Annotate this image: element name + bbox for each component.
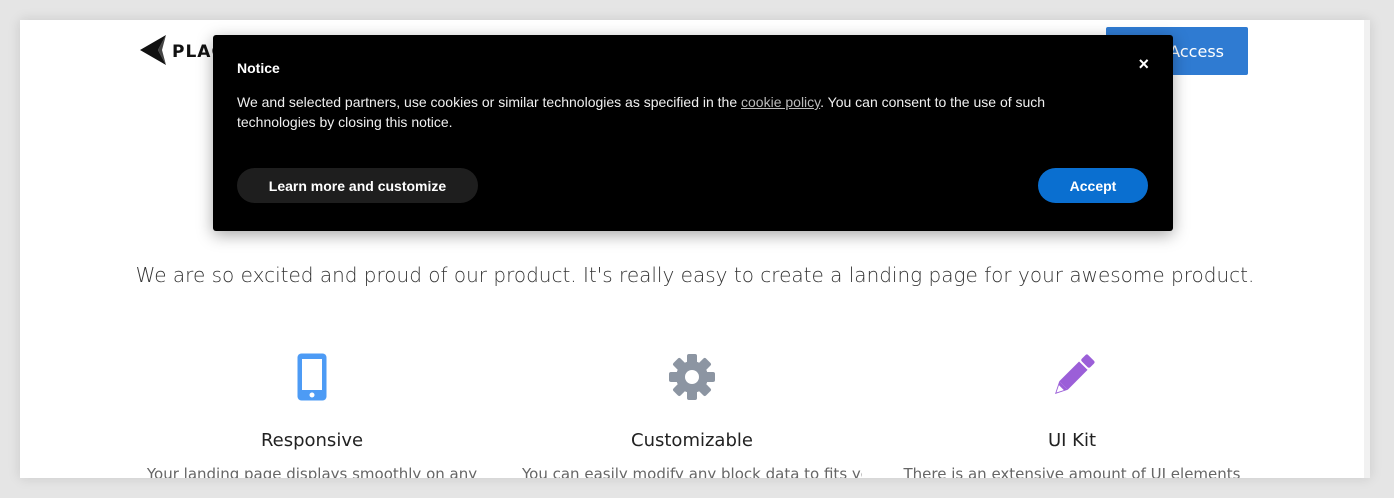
feature-title: Responsive [260,430,364,451]
cookie-policy-link[interactable]: cookie policy [741,94,820,110]
accept-button[interactable]: Accept [1038,168,1148,203]
notice-body: We and selected partners, use cookies or… [237,93,1077,132]
close-icon[interactable]: × [1138,54,1149,74]
feature-description: You can easily modify any block data to … [522,465,862,478]
notice-text-before: We and selected partners, use cookies or… [237,94,742,110]
notice-title: Notice [237,60,280,76]
hero-tagline: We are so excited and proud of our produ… [135,263,1255,287]
feature-description: There is an extensive amount of UI eleme… [903,465,1241,478]
feature-description: Your landing page displays smoothly on a… [146,465,478,478]
feature-title: UI Kit [1047,430,1097,451]
paper-plane-icon [138,33,168,72]
pencil-icon [1047,352,1097,407]
gear-icon [668,353,716,406]
scrollbar[interactable] [1364,20,1370,478]
logo[interactable]: PLAC [138,33,225,72]
cookie-notice: Notice × We and selected partners, use c… [213,35,1173,231]
mobile-phone-icon [296,352,328,407]
feature-title: Customizable [631,430,753,451]
feature-customizable: Customizable You can easily modify any b… [522,352,862,478]
learn-more-button[interactable]: Learn more and customize [237,168,478,203]
feature-ui-kit: UI Kit There is an extensive amount of U… [902,352,1242,478]
feature-responsive: Responsive Your landing page displays sm… [142,352,482,478]
